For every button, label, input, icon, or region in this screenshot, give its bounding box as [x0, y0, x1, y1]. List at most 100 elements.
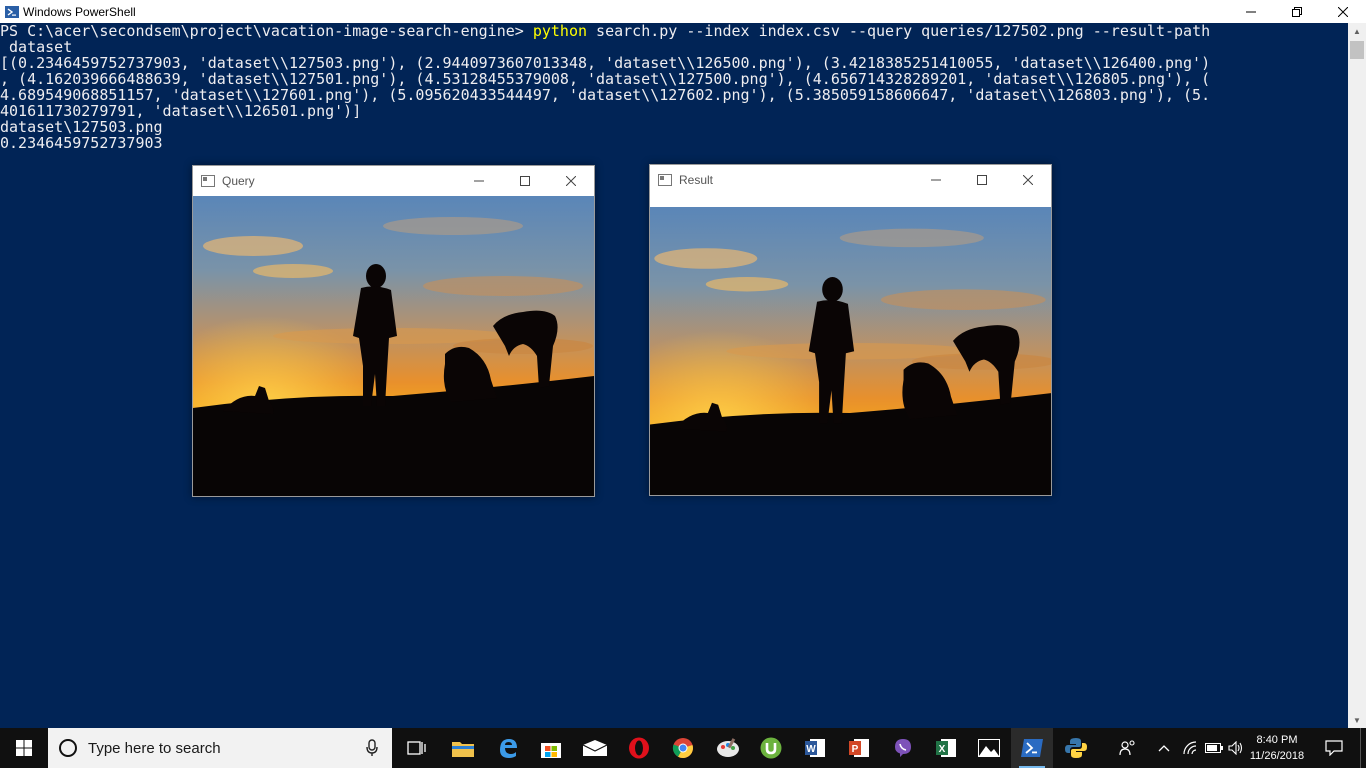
console-prompt: PS C:\acer\secondsem\project\vacation-im… [0, 23, 533, 40]
query-close-button[interactable] [548, 166, 594, 195]
console-line: , (4.162039666488639, 'dataset\\127501.p… [0, 70, 1211, 88]
minimize-button[interactable] [1228, 0, 1274, 23]
window-app-icon [201, 174, 215, 187]
query-window[interactable]: Query [192, 165, 595, 497]
powershell-icon [1021, 739, 1043, 757]
tray-people-button[interactable] [1112, 728, 1144, 768]
taskbar-store[interactable] [531, 728, 571, 768]
powerpoint-icon: P [849, 739, 869, 757]
cortana-icon [59, 739, 77, 757]
taskbar: Type here to search W P X 8:40 PM 11/26/… [0, 728, 1366, 768]
speaker-icon [1228, 741, 1243, 755]
console-line: 0.2346459752737903 [0, 134, 163, 152]
search-placeholder: Type here to search [88, 739, 221, 757]
utorrent-icon [760, 737, 782, 759]
chrome-icon [672, 738, 693, 759]
clock-date: 11/26/2018 [1249, 750, 1305, 762]
result-window[interactable]: Result [649, 164, 1052, 496]
taskbar-file-explorer[interactable] [443, 728, 483, 768]
taskbar-clock[interactable]: 8:40 PM 11/26/2018 [1248, 728, 1306, 768]
scroll-thumb[interactable] [1350, 41, 1364, 59]
taskbar-utorrent[interactable] [751, 728, 791, 768]
console-command-args: search.py --index index.csv --query quer… [587, 23, 1211, 40]
taskbar-chrome[interactable] [663, 728, 703, 768]
taskbar-mail[interactable] [575, 728, 615, 768]
battery-icon [1205, 743, 1223, 753]
minimize-icon [1246, 11, 1256, 12]
minimize-icon [474, 180, 484, 181]
opera-icon [629, 737, 649, 759]
show-desktop-button[interactable] [1360, 728, 1366, 768]
close-icon [1338, 6, 1348, 17]
microphone-icon[interactable] [366, 739, 378, 757]
close-button[interactable] [1320, 0, 1366, 23]
taskbar-powerpoint[interactable]: P [839, 728, 879, 768]
powershell-titlebar: Windows PowerShell [0, 0, 1366, 23]
taskbar-edge[interactable] [488, 728, 528, 768]
svg-text:W: W [806, 744, 816, 755]
tray-network-button[interactable] [1180, 728, 1202, 768]
photos-icon [978, 739, 1000, 757]
store-icon [541, 743, 561, 758]
word-icon: W [805, 739, 825, 757]
tray-show-hidden-button[interactable] [1152, 728, 1176, 768]
task-view-icon [407, 741, 426, 755]
taskbar-powershell[interactable] [1011, 728, 1053, 768]
result-image [650, 195, 1051, 495]
console-command-word: python [532, 23, 588, 40]
maximize-icon [977, 174, 987, 185]
action-center-button[interactable] [1318, 728, 1350, 768]
query-image [193, 196, 594, 496]
window-title: Windows PowerShell [23, 4, 136, 19]
taskbar-opera[interactable] [619, 728, 659, 768]
query-window-title: Query [222, 173, 255, 188]
windows-icon [16, 740, 32, 756]
tray-battery-button[interactable] [1203, 728, 1225, 768]
query-minimize-button[interactable] [456, 166, 502, 195]
console-line: [(0.2346459752737903, 'dataset\\127503.p… [0, 54, 1211, 72]
close-icon [1023, 174, 1033, 185]
folder-icon [452, 742, 474, 757]
minimize-icon [931, 179, 941, 180]
query-window-titlebar[interactable]: Query [193, 166, 594, 195]
console-line: 401611730279791, 'dataset\\126501.png')] [0, 102, 362, 120]
result-window-title: Result [679, 172, 714, 187]
restore-button[interactable] [1274, 0, 1320, 23]
notifications-icon [1325, 740, 1343, 756]
console-command-line: PS C:\acer\secondsem\project\vacation-im… [0, 23, 1348, 39]
scroll-down-icon[interactable]: ▼ [1348, 712, 1366, 728]
clock-time: 8:40 PM [1256, 734, 1298, 746]
window-app-icon [658, 173, 672, 186]
taskbar-photos[interactable] [969, 728, 1009, 768]
svg-text:X: X [939, 744, 946, 755]
taskbar-excel[interactable]: X [926, 728, 966, 768]
console-line: 4.689549068851157, 'dataset\\127601.png'… [0, 86, 1211, 104]
edge-icon [500, 739, 517, 758]
viber-icon [895, 739, 911, 757]
paint-icon [717, 738, 739, 757]
taskbar-viber[interactable] [883, 728, 923, 768]
tray-volume-button[interactable] [1225, 728, 1247, 768]
excel-icon: X [936, 739, 956, 757]
taskbar-python[interactable] [1056, 728, 1096, 768]
close-icon [566, 175, 576, 186]
mail-icon [583, 740, 607, 756]
maximize-icon [520, 175, 530, 186]
console-scrollbar[interactable]: ▲ ▼ [1348, 23, 1366, 728]
chevron-up-icon [1158, 745, 1170, 752]
task-view-button[interactable] [396, 728, 436, 768]
start-button[interactable] [0, 728, 48, 768]
scroll-up-icon[interactable]: ▲ [1348, 23, 1366, 39]
people-icon [1119, 740, 1135, 756]
result-window-titlebar[interactable]: Result [650, 165, 1051, 194]
result-minimize-button[interactable] [913, 165, 959, 194]
result-maximize-button[interactable] [959, 165, 1005, 194]
query-maximize-button[interactable] [502, 166, 548, 195]
result-close-button[interactable] [1005, 165, 1051, 194]
python-icon [1065, 738, 1087, 758]
taskbar-search-input[interactable]: Type here to search [48, 728, 392, 768]
taskbar-word[interactable]: W [795, 728, 835, 768]
taskbar-paint[interactable] [708, 728, 748, 768]
svg-text:P: P [852, 744, 859, 755]
console-line: dataset\127503.png [0, 118, 163, 136]
